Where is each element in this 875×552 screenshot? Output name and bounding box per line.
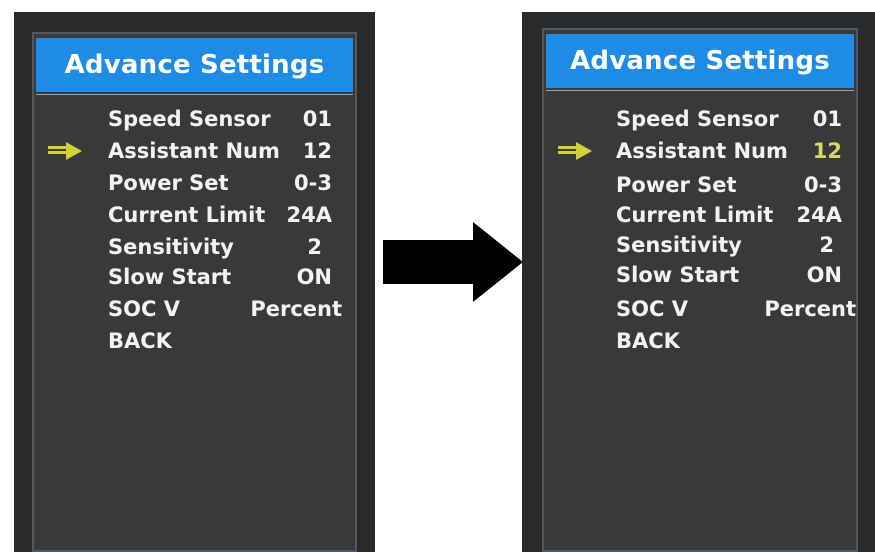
menu-item-value: 2 <box>819 233 834 257</box>
menu-item-back[interactable]: BACK <box>108 326 332 356</box>
menu-item-label: BACK <box>108 329 172 353</box>
menu-item-label: SOC V <box>616 297 688 321</box>
menu-item-label: Slow Start <box>616 263 740 287</box>
display-before: Advance Settings Speed Sensor 01 Assista… <box>14 12 375 552</box>
menu-item-value: 01 <box>812 107 842 131</box>
menu-item-label: Sensitivity <box>108 235 234 259</box>
menu-item-assistant-num[interactable]: Assistant Num 12 <box>108 136 332 166</box>
menu-item-sensitivity[interactable]: Sensitivity 2 <box>108 232 322 262</box>
title-divider <box>36 94 353 95</box>
menu-item-soc-v[interactable]: SOC V Percent <box>108 294 342 324</box>
menu-item-label: Speed Sensor <box>616 107 779 131</box>
menu-item-value: ON <box>806 263 842 287</box>
menu-item-back[interactable]: BACK <box>616 326 842 356</box>
menu-item-power-set[interactable]: Power Set 0-3 <box>108 168 332 198</box>
menu-item-sensitivity[interactable]: Sensitivity 2 <box>616 230 834 260</box>
menu-item-soc-v[interactable]: SOC V Percent <box>616 294 856 324</box>
selection-arrow-icon <box>48 142 82 160</box>
menu-item-label: Speed Sensor <box>108 107 271 131</box>
menu-item-value: 0-3 <box>804 173 842 197</box>
menu-item-label: Sensitivity <box>616 233 742 257</box>
display-after: Advance Settings Speed Sensor 01 Assista… <box>522 12 875 552</box>
menu-item-slow-start[interactable]: Slow Start ON <box>616 260 842 290</box>
menu-item-label: Assistant Num <box>108 139 280 163</box>
screen-title: Advance Settings <box>546 34 854 88</box>
menu-item-value: Percent <box>250 297 342 321</box>
menu-item-label: Power Set <box>108 171 229 195</box>
menu-item-value: 24A <box>796 203 842 227</box>
menu-item-value: 24A <box>286 203 332 227</box>
menu-item-value: 01 <box>302 107 332 131</box>
lcd-screen: Advance Settings Speed Sensor 01 Assista… <box>542 28 858 552</box>
selection-arrow-icon <box>558 142 592 160</box>
menu-item-label: SOC V <box>108 297 180 321</box>
menu-item-label: Slow Start <box>108 265 232 289</box>
menu-item-value: 2 <box>307 235 322 259</box>
lcd-screen: Advance Settings Speed Sensor 01 Assista… <box>32 32 357 552</box>
menu-item-power-set[interactable]: Power Set 0-3 <box>616 170 842 200</box>
menu-item-current-limit[interactable]: Current Limit 24A <box>108 200 332 230</box>
menu-item-label: BACK <box>616 329 680 353</box>
menu-item-slow-start[interactable]: Slow Start ON <box>108 262 332 292</box>
menu-item-assistant-num[interactable]: Assistant Num 12 <box>616 136 842 166</box>
menu-item-label: Power Set <box>616 173 737 197</box>
menu-item-label: Current Limit <box>108 203 266 227</box>
menu-item-label: Current Limit <box>616 203 774 227</box>
menu-item-value: Percent <box>764 297 856 321</box>
menu-item-value-editing[interactable]: 12 <box>813 136 842 166</box>
menu-item-speed-sensor[interactable]: Speed Sensor 01 <box>108 104 332 134</box>
menu-item-label: Assistant Num <box>616 139 788 163</box>
menu-item-value: 0-3 <box>294 171 332 195</box>
menu-item-speed-sensor[interactable]: Speed Sensor 01 <box>616 104 842 134</box>
title-divider <box>546 90 854 91</box>
transition-arrow-icon <box>383 222 523 302</box>
screen-title: Advance Settings <box>36 38 353 92</box>
menu-item-current-limit[interactable]: Current Limit 24A <box>616 200 842 230</box>
menu-item-value: 12 <box>302 139 332 163</box>
menu-item-value: ON <box>296 265 332 289</box>
